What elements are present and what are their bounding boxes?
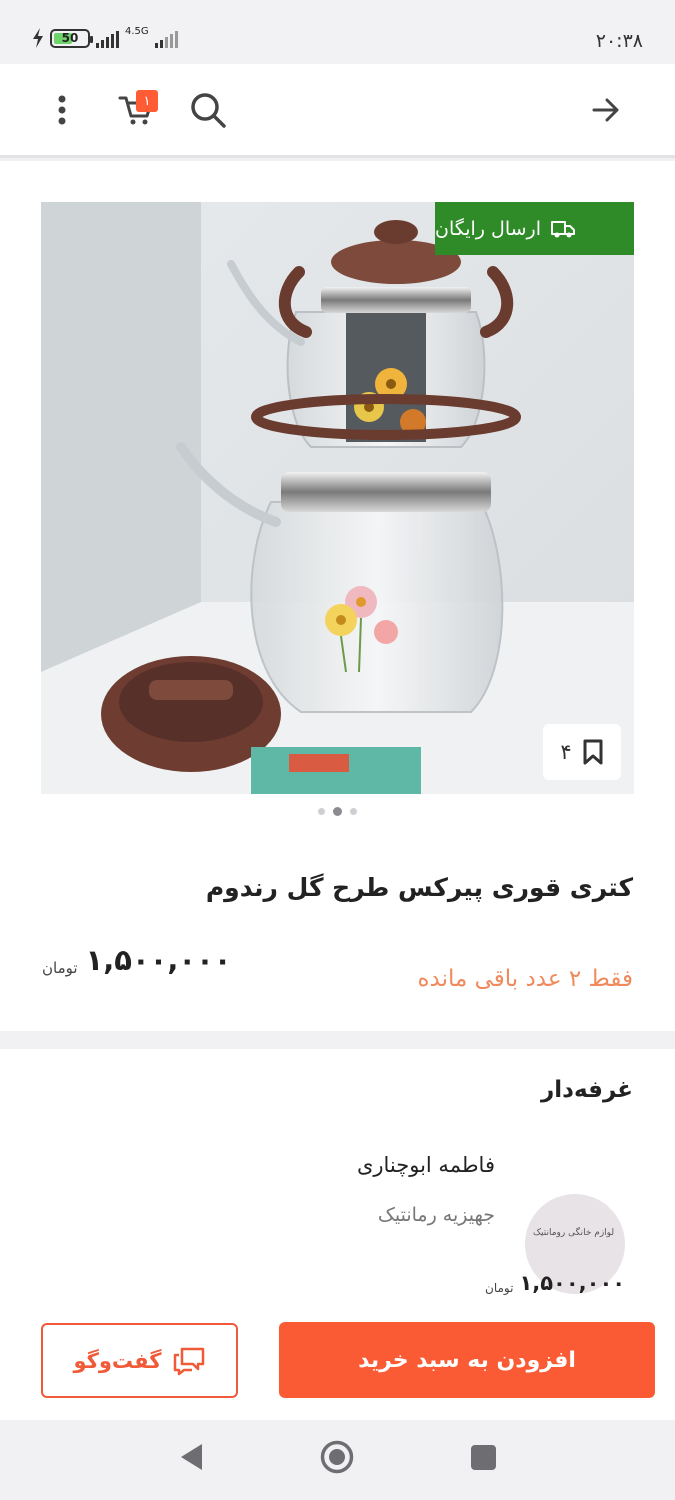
clock: ۲۰:۳۸ bbox=[595, 30, 643, 52]
back-button[interactable] bbox=[582, 86, 630, 134]
seller-price-value: ۱,۵۰۰,۰۰۰ bbox=[519, 1271, 626, 1295]
bookmark-icon bbox=[583, 739, 603, 765]
free-shipping-badge: ارسال رایگان bbox=[435, 202, 634, 255]
cart-count-badge: ۱ bbox=[136, 90, 158, 112]
cart-button[interactable]: ۱ bbox=[112, 86, 160, 134]
system-nav-bar bbox=[0, 1420, 675, 1500]
free-shipping-label: ارسال رایگان bbox=[435, 217, 541, 240]
status-indicators: 50 4.5G bbox=[32, 26, 178, 48]
chat-button[interactable]: گفت‌وگو bbox=[41, 1323, 238, 1398]
search-icon bbox=[191, 93, 226, 128]
seller-name[interactable]: فاطمه ابوچناری bbox=[357, 1153, 495, 1177]
seller-price: تومان ۱,۵۰۰,۰۰۰ bbox=[485, 1271, 625, 1295]
nav-home-icon[interactable] bbox=[320, 1440, 354, 1474]
top-app-bar: ۱ bbox=[0, 64, 675, 158]
truck-icon bbox=[550, 220, 575, 237]
carousel-dot[interactable] bbox=[318, 808, 325, 815]
seller-card: غرفه‌دار فاطمه ابوچناری جهیزیه رمانتیک ل… bbox=[0, 1049, 675, 1319]
seller-currency-label: تومان bbox=[485, 1281, 514, 1295]
signal-icon bbox=[96, 28, 119, 48]
carousel-dot[interactable] bbox=[350, 808, 357, 815]
carousel-dot-active[interactable] bbox=[333, 807, 342, 816]
battery-level: 50 bbox=[61, 31, 79, 45]
product-card: ارسال رایگان ۴ کتری قوری پیرکس طرح گل رن… bbox=[0, 161, 675, 1031]
chat-icon bbox=[173, 1347, 204, 1375]
network-type: 4.5G bbox=[125, 26, 149, 37]
price-value: ۱,۵۰۰,۰۰۰ bbox=[85, 943, 232, 977]
product-image[interactable]: ارسال رایگان ۴ bbox=[41, 202, 634, 794]
product-price: تومان ۱,۵۰۰,۰۰۰ bbox=[42, 943, 231, 977]
bookmark-count: ۴ bbox=[560, 740, 572, 764]
battery-icon: 50 bbox=[50, 28, 93, 48]
bottom-action-bar: گفت‌وگو افزودن به سبد خرید bbox=[0, 1305, 675, 1420]
more-vertical-icon bbox=[58, 95, 66, 125]
nav-recents-icon[interactable] bbox=[471, 1445, 496, 1470]
stock-note: فقط ۲ عدد باقی مانده bbox=[417, 966, 633, 992]
currency-label: تومان bbox=[42, 959, 78, 977]
bookmark-button[interactable]: ۴ bbox=[543, 724, 621, 780]
product-screen: 50 4.5G ۲۰:۳۸ ۱ ارسال رایگان ۴ کتری قوری… bbox=[0, 0, 675, 1500]
seller-shop-name[interactable]: جهیزیه رمانتیک bbox=[378, 1204, 495, 1226]
image-carousel-dots bbox=[0, 807, 675, 816]
product-title: کتری قوری پیرکس طرح گل رندوم bbox=[205, 873, 633, 902]
seller-heading: غرفه‌دار bbox=[541, 1077, 633, 1103]
seller-avatar-text: لوازم خانگی رومانتیک bbox=[533, 1228, 615, 1238]
status-bar: 50 4.5G ۲۰:۳۸ bbox=[0, 0, 675, 64]
chat-label: گفت‌وگو bbox=[73, 1348, 162, 1373]
charging-icon bbox=[33, 28, 43, 48]
product-photo-illustration bbox=[41, 202, 634, 794]
add-to-cart-label: افزودن به سبد خرید bbox=[358, 1347, 576, 1373]
nav-back-icon[interactable] bbox=[178, 1442, 204, 1472]
arrow-right-icon bbox=[592, 98, 619, 122]
more-menu-button[interactable] bbox=[38, 86, 86, 134]
signal-icon-2 bbox=[154, 28, 178, 48]
add-to-cart-button[interactable]: افزودن به سبد خرید bbox=[279, 1322, 655, 1398]
search-button[interactable] bbox=[184, 86, 232, 134]
